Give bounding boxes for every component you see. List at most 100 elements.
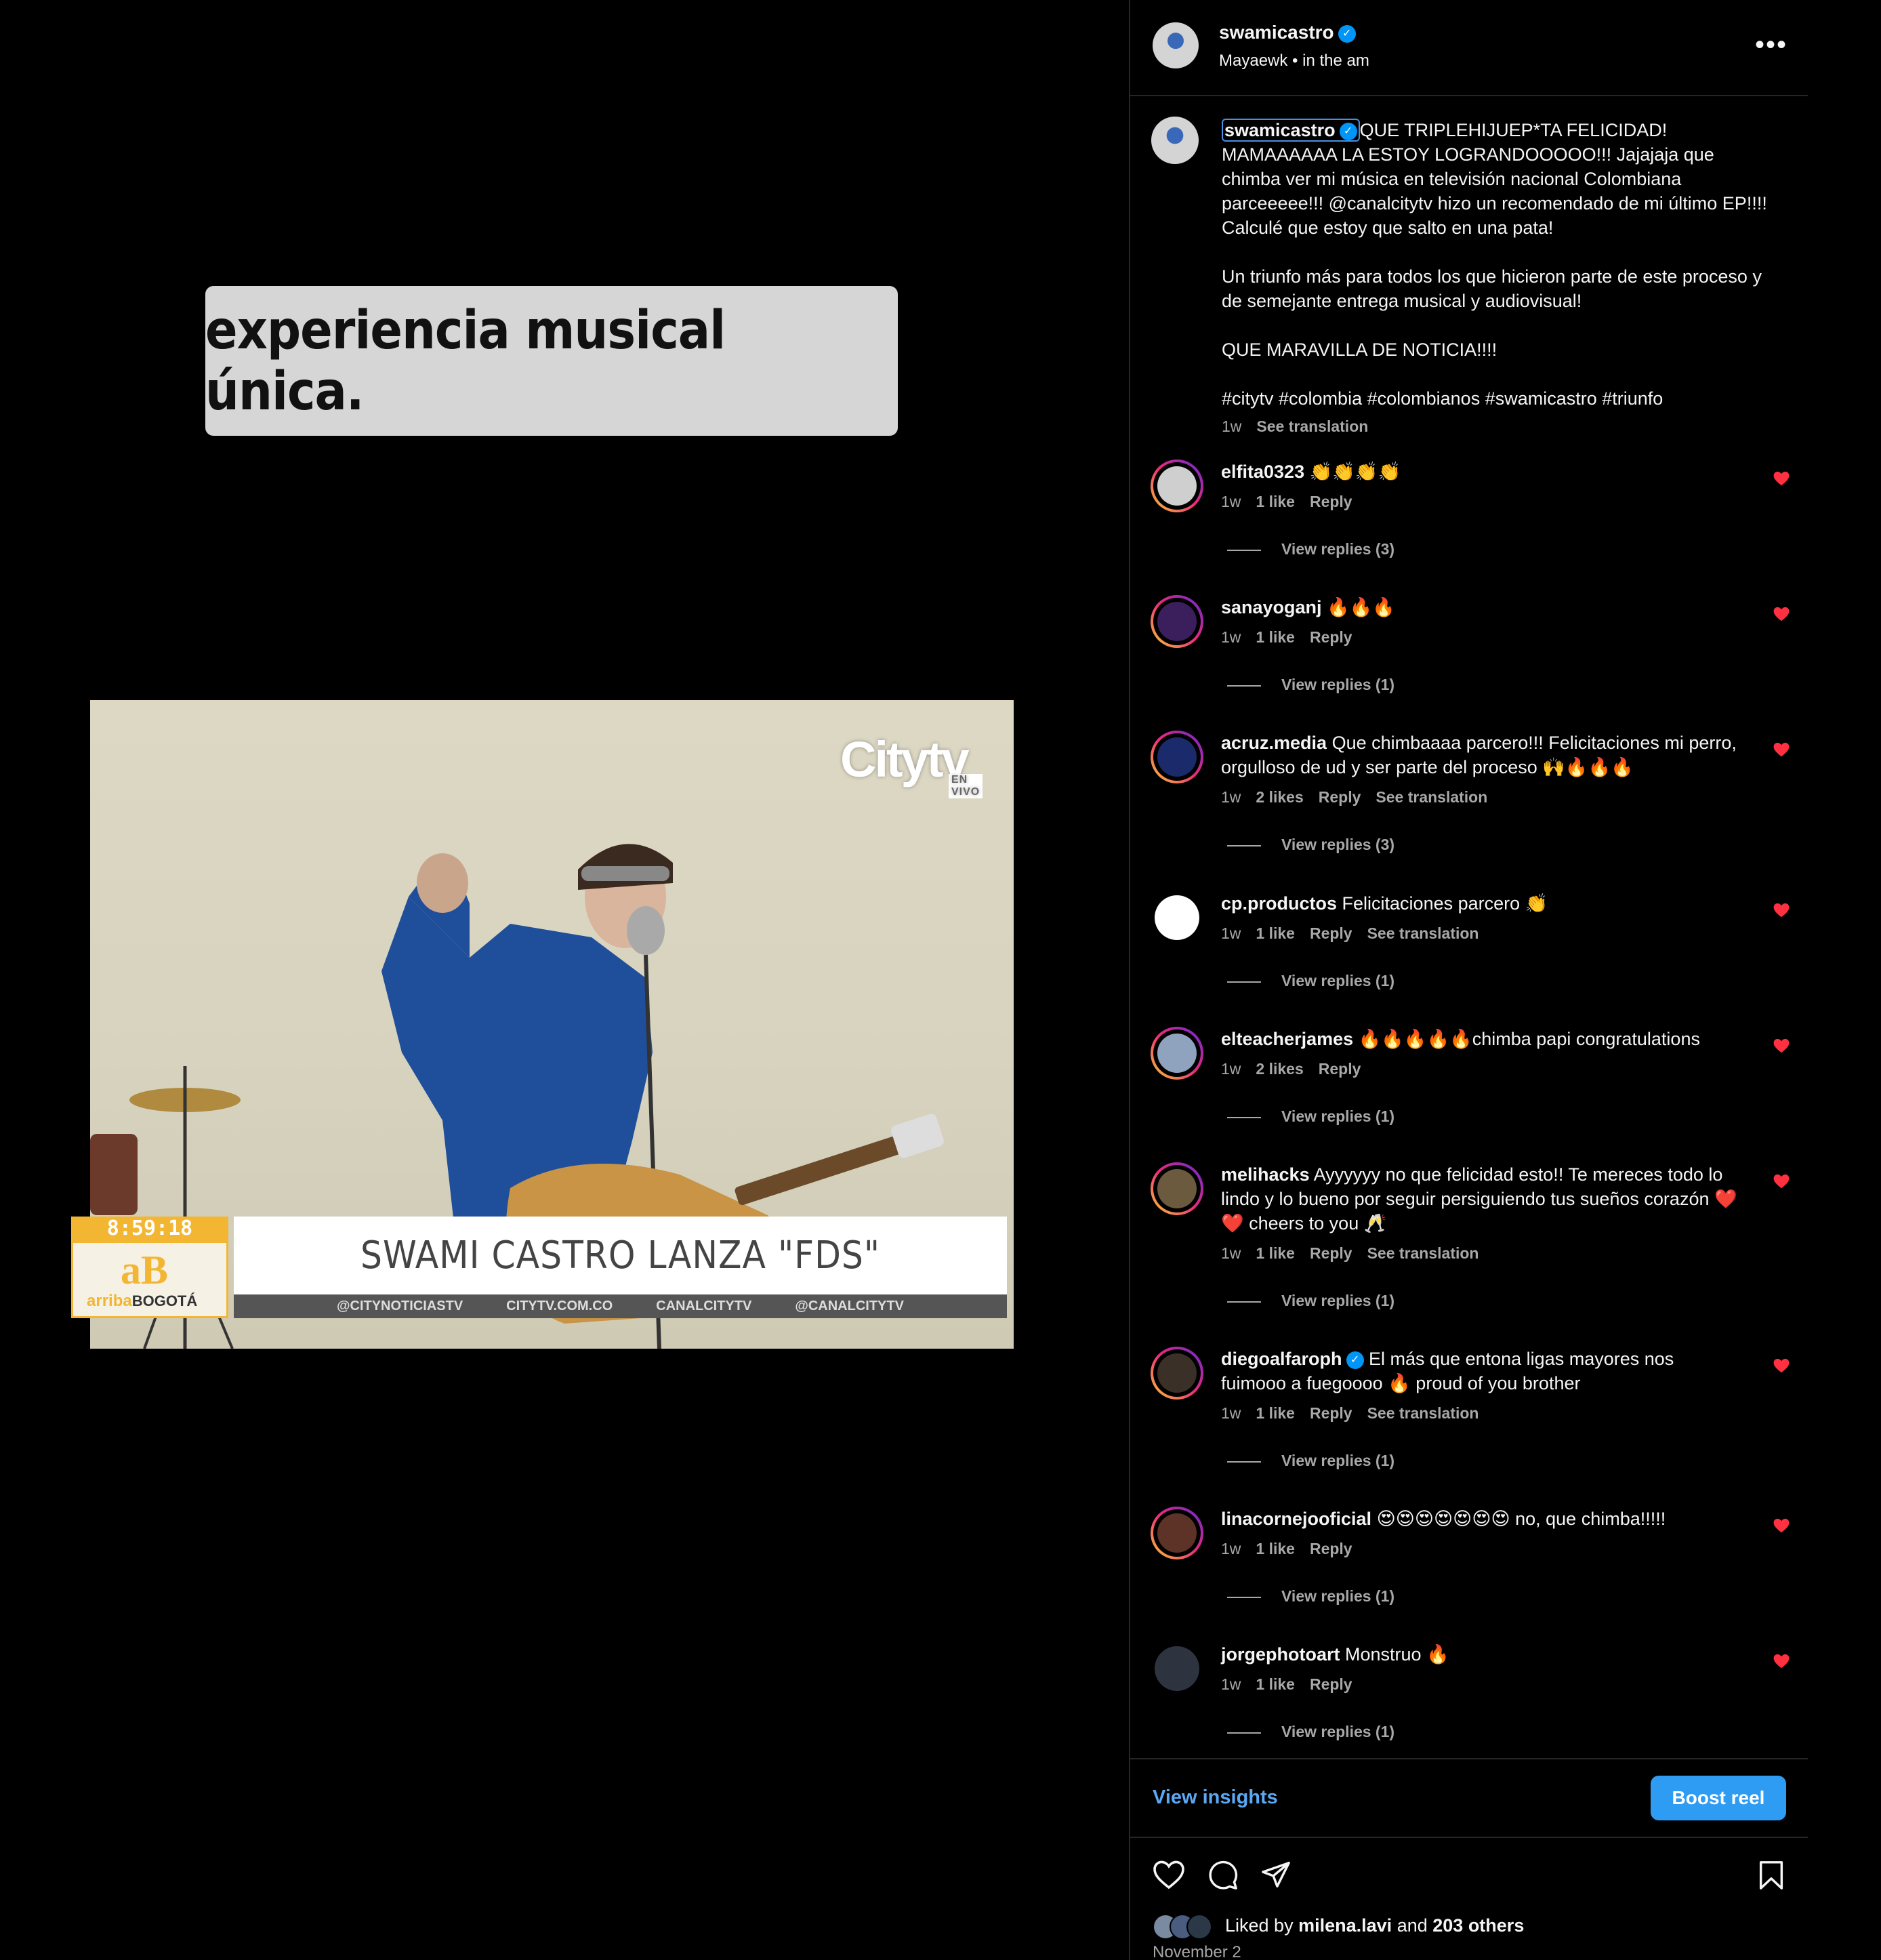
comment-like-icon[interactable] (1773, 1653, 1790, 1669)
commenter-username[interactable]: melihacks (1221, 1164, 1310, 1185)
commenter-avatar[interactable] (1151, 1642, 1203, 1695)
commenter-avatar[interactable] (1151, 1027, 1203, 1080)
view-replies-label[interactable]: View replies (1) (1281, 1587, 1394, 1605)
commenter-avatar[interactable] (1151, 460, 1203, 512)
reply-button[interactable]: Reply (1319, 1060, 1361, 1078)
commenter-avatar[interactable] (1151, 731, 1203, 783)
see-translation-link[interactable]: See translation (1256, 417, 1368, 435)
view-replies-label[interactable]: View replies (1) (1281, 1452, 1394, 1469)
reply-button[interactable]: Reply (1310, 1244, 1352, 1262)
view-replies-button[interactable]: View replies (1) (1227, 1452, 1394, 1470)
location-link[interactable]: Mayaewk (1219, 52, 1287, 70)
view-replies-button[interactable]: View replies (1) (1227, 972, 1394, 990)
view-replies-label[interactable]: View replies (1) (1281, 1107, 1394, 1125)
reply-button[interactable]: Reply (1310, 924, 1352, 942)
view-replies-button[interactable]: View replies (1) (1227, 676, 1394, 694)
view-replies-label[interactable]: View replies (3) (1281, 540, 1394, 558)
commenter-avatar[interactable] (1151, 1507, 1203, 1559)
comment-like-icon[interactable] (1773, 1173, 1790, 1189)
comments-scroll[interactable]: swamicastro ✓ QUE TRIPLEHIJUEP*TA FELICIDA… (1130, 96, 1808, 1758)
commenter-username[interactable]: jorgephotoart (1221, 1644, 1340, 1665)
reply-button[interactable]: Reply (1310, 1540, 1352, 1557)
show-logo-mark: aB (121, 1248, 169, 1292)
view-replies-label[interactable]: View replies (1) (1281, 676, 1394, 693)
reply-button[interactable]: Reply (1310, 1675, 1352, 1693)
caption-avatar[interactable] (1151, 117, 1199, 164)
author-username[interactable]: swamicastro (1219, 22, 1334, 43)
comment-like-icon[interactable] (1773, 1038, 1790, 1054)
commenter-username[interactable]: linacornejooficial (1221, 1509, 1371, 1529)
show-logo-name: arribaBOGOTÁ (87, 1292, 197, 1311)
caption-meta: 1w See translation (1222, 417, 1368, 436)
comment-likes[interactable]: 2 likes (1256, 788, 1303, 806)
author-username-row[interactable]: swamicastro ✓ (1219, 22, 1356, 43)
commenter-avatar[interactable] (1151, 595, 1203, 648)
view-replies-label[interactable]: View replies (3) (1281, 836, 1394, 853)
ticker-item: @CITYNOTICIASTV (337, 1299, 463, 1313)
comment-likes[interactable]: 1 like (1256, 924, 1295, 942)
owner-actions: View insights Boost reel (1130, 1758, 1808, 1839)
author-avatar[interactable] (1153, 22, 1199, 68)
commenter-username[interactable]: diegoalfaroph (1221, 1349, 1342, 1369)
view-replies-button[interactable]: View replies (1) (1227, 1107, 1394, 1126)
replies-divider (1227, 549, 1261, 551)
comment-like-icon[interactable] (1773, 1357, 1790, 1374)
comment-icon[interactable] (1207, 1860, 1239, 1891)
reply-button[interactable]: Reply (1310, 1404, 1352, 1422)
see-translation-link[interactable]: See translation (1376, 788, 1487, 806)
see-translation-link[interactable]: See translation (1367, 924, 1479, 942)
more-options-icon[interactable]: ••• (1755, 30, 1787, 60)
comment-likes[interactable]: 1 like (1256, 628, 1295, 646)
like-icon[interactable] (1153, 1860, 1185, 1890)
comment-like-icon[interactable] (1773, 1517, 1790, 1534)
audio-link[interactable]: in the am (1302, 52, 1369, 70)
view-replies-button[interactable]: View replies (1) (1227, 1587, 1394, 1606)
view-replies-label[interactable]: View replies (1) (1281, 1292, 1394, 1309)
view-insights-link[interactable]: View insights (1153, 1787, 1278, 1809)
reel-media[interactable]: experiencia musical única. Citytv EN VIV… (0, 0, 1129, 1960)
save-icon[interactable] (1758, 1860, 1785, 1891)
caption-username[interactable]: swamicastro ✓ (1222, 119, 1360, 142)
boost-reel-button[interactable]: Boost reel (1651, 1776, 1786, 1820)
view-replies-button[interactable]: View replies (3) (1227, 836, 1394, 854)
view-replies-button[interactable]: View replies (1) (1227, 1292, 1394, 1310)
replies-divider (1227, 1301, 1261, 1303)
comment-likes[interactable]: 1 like (1256, 1540, 1295, 1557)
comment-time: 1w (1221, 1244, 1241, 1262)
reply-button[interactable]: Reply (1310, 493, 1352, 510)
comment-like-icon[interactable] (1773, 902, 1790, 918)
commenter-avatar[interactable] (1151, 891, 1203, 944)
comment-like-icon[interactable] (1773, 741, 1790, 758)
view-replies-button[interactable]: View replies (3) (1227, 540, 1394, 558)
view-replies-label[interactable]: View replies (1) (1281, 1723, 1394, 1740)
comment-likes[interactable]: 1 like (1256, 1244, 1295, 1262)
replies-divider (1227, 685, 1261, 687)
comment-likes[interactable]: 1 like (1256, 1404, 1295, 1422)
see-translation-link[interactable]: See translation (1367, 1244, 1479, 1262)
comment-body: jorgephotoart Monstruo 🔥 (1221, 1642, 1743, 1667)
comment-likes[interactable]: 2 likes (1256, 1060, 1303, 1078)
comment-like-icon[interactable] (1773, 470, 1790, 487)
commenter-avatar[interactable] (1151, 1162, 1203, 1215)
comment-body: elteacherjames 🔥🔥🔥🔥🔥chimba papi congratu… (1221, 1027, 1743, 1051)
comment-likes[interactable]: 1 like (1256, 493, 1295, 510)
commenter-avatar[interactable] (1151, 1347, 1203, 1400)
liked-others-link[interactable]: 203 others (1432, 1915, 1524, 1936)
comment-like-icon[interactable] (1773, 606, 1790, 622)
commenter-username[interactable]: acruz.media (1221, 733, 1327, 753)
view-replies-label[interactable]: View replies (1) (1281, 972, 1394, 989)
comment-likes[interactable]: 1 like (1256, 1675, 1295, 1693)
caption-username-text[interactable]: swamicastro (1224, 120, 1336, 140)
commenter-username[interactable]: elfita0323 (1221, 462, 1304, 482)
channel-logo: Citytv EN VIVO (840, 731, 983, 798)
commenter-username[interactable]: cp.productos (1221, 893, 1337, 914)
reply-button[interactable]: Reply (1310, 628, 1352, 646)
caption-overlay: experiencia musical única. (205, 286, 898, 436)
commenter-username[interactable]: elteacherjames (1221, 1029, 1353, 1049)
see-translation-link[interactable]: See translation (1367, 1404, 1479, 1422)
liked-user-link[interactable]: milena.lavi (1298, 1915, 1392, 1936)
commenter-username[interactable]: sanayoganj (1221, 597, 1322, 617)
reply-button[interactable]: Reply (1319, 788, 1361, 806)
view-replies-button[interactable]: View replies (1) (1227, 1723, 1394, 1741)
share-icon[interactable] (1260, 1860, 1291, 1890)
